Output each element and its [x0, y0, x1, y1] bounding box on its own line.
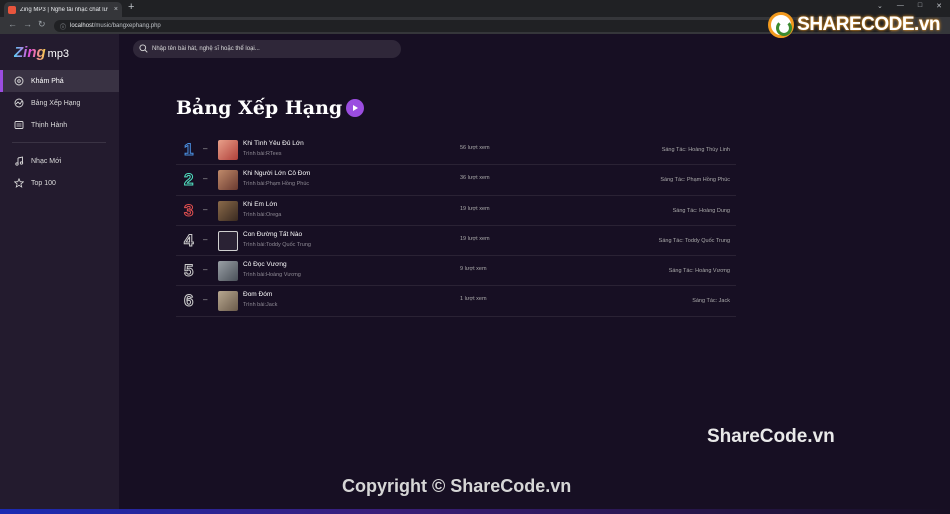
sharecode-logo-icon [768, 12, 795, 38]
table-row[interactable]: 1– Khi Tình Yêu Đủ Lớn Trình bài:RTees 56 l… [176, 135, 736, 166]
table-row[interactable]: 4– Con Đường Tất Nào Trình bài:Toddy Quốc … [176, 226, 736, 257]
sidebar-item-label: Top 100 [31, 179, 56, 187]
song-composer: Sáng Tác: Hoàng Vương [668, 268, 730, 275]
table-row[interactable]: 6– Đom Đóm Trình bài:Jack 1 lượt xem Sáng Tá… [176, 286, 736, 317]
view-count: 9 lượt xem [460, 266, 487, 273]
rank-change-indicator: – [203, 174, 208, 184]
rank-change-indicator: – [203, 234, 208, 244]
song-thumbnail[interactable] [218, 291, 238, 312]
sidebar-divider [12, 142, 106, 143]
song-title[interactable]: Cô Đọc Vương [243, 261, 287, 268]
close-icon[interactable]: ✕ [936, 2, 942, 10]
table-row[interactable]: 2– Khi Người Lớn Cô Đơn Trình bài:Phạm Hồn… [176, 165, 736, 196]
ranking-list: 1– Khi Tình Yêu Đủ Lớn Trình bài:RTees 56 l… [176, 135, 736, 317]
view-count: 19 lượt xem [460, 205, 490, 212]
rank-change-indicator: – [203, 144, 208, 153]
play-icon [353, 105, 359, 111]
minimize-icon[interactable]: — [897, 2, 904, 10]
rank-number: 1 [183, 140, 194, 160]
song-title[interactable]: Con Đường Tất Nào [243, 231, 302, 238]
watermark-text: ShareCode.vn [707, 426, 835, 447]
favicon-icon [8, 5, 16, 14]
sidebar-item-kham-pha[interactable]: Khám Phá [0, 70, 119, 92]
song-composer: Sáng Tác: Hoàng Thùy Linh [661, 147, 730, 153]
song-composer: Sáng Tác: Hoàng Dung [672, 207, 730, 214]
info-icon[interactable]: ⓘ [60, 22, 66, 31]
logo-zing: Zing [14, 44, 46, 61]
sidebar: Zing mp3 Khám Phá Bảng Xếp Hạng Thịnh Hà… [0, 34, 119, 514]
chart-icon [14, 98, 24, 108]
rank-change-indicator: – [203, 204, 208, 214]
rank-number: 2 [183, 170, 194, 190]
sidebar-item-thinh-hanh[interactable]: Thịnh Hành [0, 114, 119, 136]
view-count: 36 lượt xem [460, 175, 490, 182]
sidebar-item-top-100[interactable]: Top 100 [0, 172, 119, 194]
music-note-icon [14, 156, 24, 166]
song-artist[interactable]: Trình bài:RTees [243, 151, 282, 157]
reload-icon[interactable]: ↻ [38, 19, 46, 30]
rank-number: 4 [183, 230, 194, 250]
song-composer: Sáng Tác: Jack [692, 298, 730, 305]
forward-icon[interactable]: → [23, 19, 32, 29]
song-thumbnail[interactable] [218, 230, 238, 251]
sharecode-logo-text: SHARECODE.vn [797, 14, 940, 35]
song-composer: Sáng Tác: Toddy Quốc Trung [658, 237, 730, 244]
view-count: 56 lượt xem [460, 145, 490, 151]
song-thumbnail[interactable] [218, 140, 238, 160]
tab-title: Zing MP3 | Nghe tải nhạc chất lư [20, 6, 108, 13]
view-count: 19 lượt xem [460, 235, 490, 242]
maximize-icon[interactable]: □ [918, 2, 922, 10]
sidebar-item-label: Thịnh Hành [31, 121, 68, 129]
song-title[interactable]: Đom Đóm [243, 291, 272, 298]
song-thumbnail[interactable] [218, 170, 238, 191]
song-artist[interactable]: Trình bài:Orega [243, 212, 281, 218]
logo-mp3: mp3 [47, 48, 70, 60]
window-controls: ⌄ — □ ✕ [877, 2, 942, 10]
rank-number: 5 [183, 261, 194, 281]
table-row[interactable]: 5– Cô Đọc Vương Trình bài:Hoàng Vương 9 lượ… [176, 256, 736, 287]
taskbar-strip [0, 509, 950, 514]
rank-number: 3 [183, 200, 194, 220]
disc-icon [14, 76, 24, 86]
song-composer: Sáng Tác: Phạm Hồng Phúc [660, 177, 730, 184]
song-artist[interactable]: Trình bài:Toddy Quốc Trung [243, 242, 311, 248]
view-count: 1 lượt xem [460, 296, 487, 303]
copyright-text: Copyright © ShareCode.vn [342, 476, 572, 496]
song-thumbnail[interactable] [218, 261, 238, 282]
new-tab-button[interactable]: + [128, 1, 134, 13]
url-path: /music/bangxephang.php [93, 23, 161, 29]
star-icon [14, 178, 24, 188]
tab-close-button[interactable]: × [114, 6, 118, 13]
list-icon [14, 120, 24, 130]
rank-change-indicator: – [203, 295, 208, 305]
table-row[interactable]: 3– Khi Em Lớn Trình bài:Orega 19 lượt xem Sá… [176, 196, 736, 226]
song-artist[interactable]: Trình bài:Phạm Hồng Phúc [243, 181, 309, 187]
page-title: Bảng Xếp Hạng [176, 97, 343, 119]
zing-mp3-logo[interactable]: Zing mp3 [14, 44, 69, 61]
back-icon[interactable]: ← [8, 19, 17, 29]
song-title[interactable]: Khi Tình Yêu Đủ Lớn [243, 140, 304, 147]
song-title[interactable]: Khi Em Lớn [243, 201, 277, 208]
sidebar-item-bang-xep-hang[interactable]: Bảng Xếp Hạng [0, 92, 119, 114]
page-header: Bảng Xếp Hạng [176, 97, 365, 119]
sidebar-item-label: Bảng Xếp Hạng [31, 99, 81, 107]
sidebar-item-label: Khám Phá [31, 77, 64, 85]
play-all-button[interactable] [346, 99, 365, 117]
search-input[interactable]: Nhập tên bài hát, nghệ sĩ hoặc thể loại.… [133, 40, 401, 58]
rank-change-indicator: – [203, 265, 208, 275]
song-artist[interactable]: Trình bài:Hoàng Vương [243, 272, 301, 278]
sidebar-item-nhac-moi[interactable]: Nhạc Mới [0, 150, 119, 172]
rank-number: 6 [183, 291, 194, 311]
browser-tab[interactable]: Zing MP3 | Nghe tải nhạc chất lư × [4, 2, 122, 17]
song-artist[interactable]: Trình bài:Jack [243, 302, 277, 308]
song-title[interactable]: Khi Người Lớn Cô Đơn [243, 170, 310, 177]
search-icon [139, 40, 148, 58]
url-host: localhost [70, 23, 94, 29]
sidebar-item-label: Nhạc Mới [31, 157, 62, 165]
song-thumbnail[interactable] [218, 200, 238, 221]
chevron-down-icon[interactable]: ⌄ [877, 2, 883, 10]
search-placeholder: Nhập tên bài hát, nghệ sĩ hoặc thể loại.… [152, 46, 260, 52]
sharecode-logo: SHARECODE.vn [768, 12, 940, 38]
